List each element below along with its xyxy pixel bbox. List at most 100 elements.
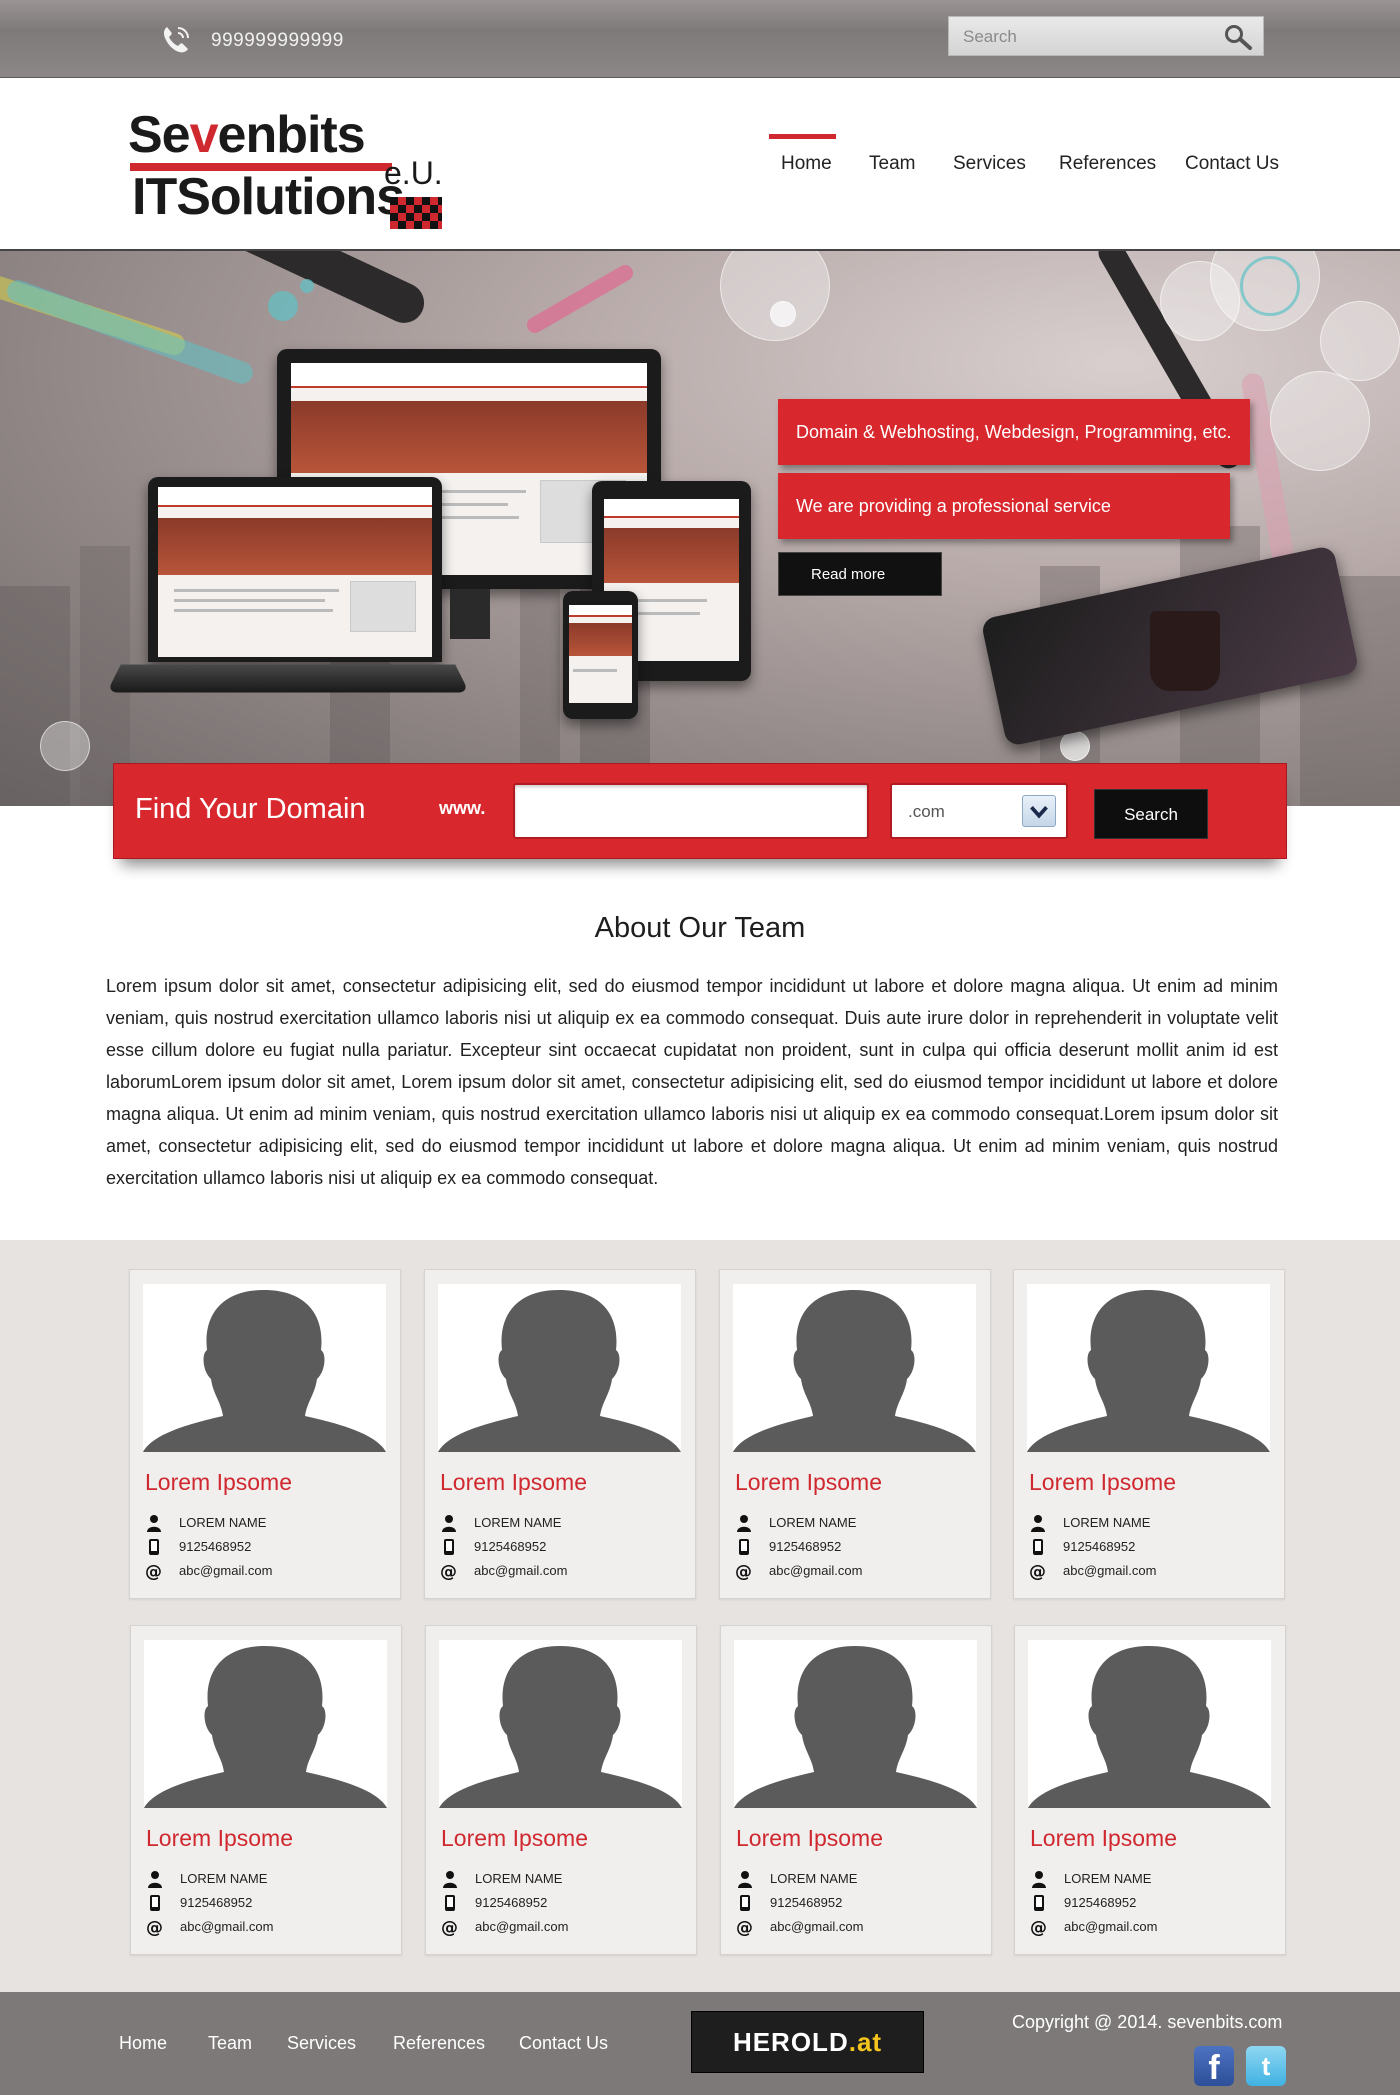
at-icon: @ <box>441 1918 459 1938</box>
avatar <box>734 1640 977 1808</box>
team-card: Lorem Ipsome LOREM NAME 9125468952 @ abc@gma… <box>424 1269 696 1599</box>
member-name: LOREM NAME <box>179 1515 267 1530</box>
about-title: About Our Team <box>594 912 806 944</box>
member-email[interactable]: abc@gmail.com <box>180 1919 273 1934</box>
svg-text:@: @ <box>736 1918 753 1936</box>
svg-text:@: @ <box>441 1918 458 1936</box>
member-title: Lorem Ipsome <box>1029 1469 1177 1495</box>
search-box[interactable] <box>948 16 1264 56</box>
mobile-icon <box>1029 1538 1047 1556</box>
member-title: Lorem Ipsome <box>440 1469 588 1495</box>
svg-text:@: @ <box>1030 1918 1047 1936</box>
member-title: Lorem Ipsome <box>146 1825 294 1851</box>
member-phone: 9125468952 <box>475 1895 548 1910</box>
avatar <box>439 1640 682 1808</box>
search-icon[interactable] <box>1223 23 1253 51</box>
member-email[interactable]: abc@gmail.com <box>179 1563 272 1578</box>
domain-search-button[interactable]: Search <box>1094 789 1208 839</box>
chevron-down-icon[interactable] <box>1022 795 1056 827</box>
mobile-icon <box>1030 1894 1048 1912</box>
member-name: LOREM NAME <box>1064 1871 1152 1886</box>
avatar <box>144 1640 387 1808</box>
hero-slogan-2: We are providing a professional service <box>778 473 1230 539</box>
at-icon: @ <box>1029 1562 1047 1582</box>
footer-nav-home[interactable]: Home <box>119 2033 167 2054</box>
member-name: LOREM NAME <box>475 1871 563 1886</box>
person-icon <box>1030 1870 1048 1888</box>
nav-services[interactable]: Services <box>953 153 1026 175</box>
member-phone: 9125468952 <box>179 1539 252 1554</box>
site-footer: Home Team Services References Contact Us… <box>0 1992 1400 2095</box>
phone-number: 999999999999 <box>211 30 344 51</box>
person-icon <box>441 1870 459 1888</box>
person-icon <box>145 1514 163 1532</box>
at-icon: @ <box>1030 1918 1048 1938</box>
team-card: Lorem Ipsome LOREM NAME 9125468952 @ abc@gma… <box>130 1625 402 1955</box>
member-phone: 9125468952 <box>180 1895 253 1910</box>
member-email[interactable]: abc@gmail.com <box>1064 1919 1157 1934</box>
at-icon: @ <box>736 1918 754 1938</box>
phone-mockup <box>563 591 638 719</box>
footer-nav-contact-us[interactable]: Contact Us <box>519 2033 608 2054</box>
nav-home[interactable]: Home <box>769 134 836 175</box>
search-input[interactable] <box>963 26 1213 48</box>
footer-nav-services[interactable]: Services <box>287 2033 356 2054</box>
member-email[interactable]: abc@gmail.com <box>770 1919 863 1934</box>
about-text: Lorem ipsum dolor sit amet, consectetur … <box>106 976 1278 1188</box>
hero-slogan-1: Domain & Webhosting, Webdesign, Programm… <box>778 399 1250 465</box>
domain-search-bar: Find Your Domain www. .com Search <box>113 763 1287 859</box>
avatar <box>143 1284 386 1452</box>
phone-icon <box>163 27 189 53</box>
mobile-icon <box>440 1538 458 1556</box>
mobile-icon <box>736 1894 754 1912</box>
at-icon: @ <box>145 1562 163 1582</box>
tld-select[interactable]: .com <box>890 783 1068 839</box>
twitter-icon[interactable]: t <box>1246 2046 1286 2086</box>
member-email[interactable]: abc@gmail.com <box>769 1563 862 1578</box>
domain-input[interactable] <box>513 783 869 839</box>
person-icon <box>736 1870 754 1888</box>
team-card: Lorem Ipsome LOREM NAME 9125468952 @ abc@gma… <box>1014 1625 1286 1955</box>
tld-value: .com <box>908 802 945 821</box>
www-label: www. <box>439 798 486 818</box>
avatar <box>733 1284 976 1452</box>
hero-banner: Domain & Webhosting, Webdesign, Programm… <box>0 251 1400 806</box>
member-phone: 9125468952 <box>770 1895 843 1910</box>
team-card: Lorem Ipsome LOREM NAME 9125468952 @ abc@gma… <box>720 1625 992 1955</box>
member-phone: 9125468952 <box>1063 1539 1136 1554</box>
member-phone: 9125468952 <box>1064 1895 1137 1910</box>
member-name: LOREM NAME <box>180 1871 268 1886</box>
nav-contact-us[interactable]: Contact Us <box>1185 153 1279 175</box>
member-email[interactable]: abc@gmail.com <box>474 1563 567 1578</box>
nav-team[interactable]: Team <box>869 153 915 175</box>
member-phone: 9125468952 <box>769 1539 842 1554</box>
laptop-mockup <box>148 477 442 662</box>
team-card: Lorem Ipsome LOREM NAME 9125468952 @ abc@gma… <box>425 1625 697 1955</box>
team-card: Lorem Ipsome LOREM NAME 9125468952 @ abc@gma… <box>129 1269 401 1599</box>
member-title: Lorem Ipsome <box>145 1469 293 1495</box>
nav-references[interactable]: References <box>1059 153 1156 175</box>
avatar <box>1027 1284 1270 1452</box>
svg-text:@: @ <box>735 1562 752 1580</box>
read-more-button[interactable]: Read more <box>778 552 942 596</box>
team-card: Lorem Ipsome LOREM NAME 9125468952 @ abc@gma… <box>719 1269 991 1599</box>
mobile-icon <box>145 1538 163 1556</box>
member-name: LOREM NAME <box>769 1515 857 1530</box>
member-title: Lorem Ipsome <box>736 1825 884 1851</box>
footer-nav-team[interactable]: Team <box>208 2033 252 2054</box>
member-phone: 9125468952 <box>474 1539 547 1554</box>
member-email[interactable]: abc@gmail.com <box>1063 1563 1156 1578</box>
person-icon <box>1029 1514 1047 1532</box>
facebook-icon[interactable]: f <box>1194 2046 1234 2087</box>
team-card: Lorem Ipsome LOREM NAME 9125468952 @ abc@gma… <box>1013 1269 1285 1599</box>
member-email[interactable]: abc@gmail.com <box>475 1919 568 1934</box>
svg-text:@: @ <box>146 1918 163 1936</box>
person-icon <box>440 1514 458 1532</box>
member-title: Lorem Ipsome <box>735 1469 883 1495</box>
logo[interactable]: Sevenbits ITSolutions e.U. <box>128 101 448 229</box>
herold-badge[interactable]: HEROLD.at <box>691 2011 924 2073</box>
avatar <box>1028 1640 1271 1808</box>
copyright: Copyright @ 2014. sevenbits.com <box>1012 2012 1283 2032</box>
mobile-icon <box>441 1894 459 1912</box>
footer-nav-references[interactable]: References <box>393 2033 485 2054</box>
